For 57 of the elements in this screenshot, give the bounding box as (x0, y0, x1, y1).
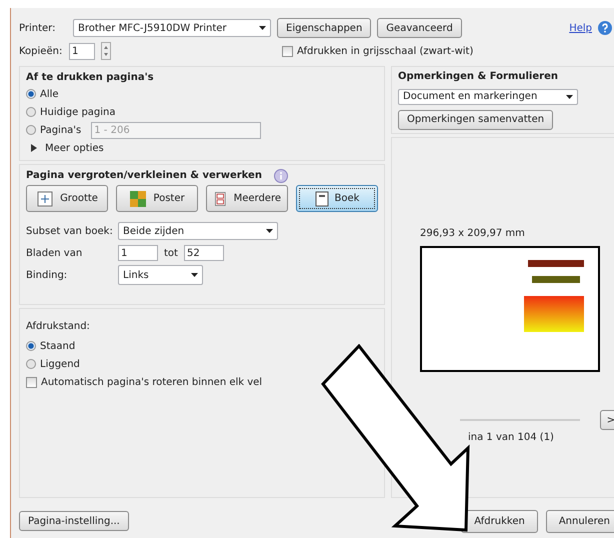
spinner-icon[interactable] (101, 42, 111, 60)
mode-button[interactable]: Poster (116, 185, 198, 212)
subset-dropdown[interactable]: Beide zijden (118, 222, 278, 240)
auto-rotate-label: Automatisch pagina's roteren binnen elk vel (41, 376, 262, 388)
tiles-icon (129, 190, 148, 208)
summarize-button[interactable]: Opmerkingen samenvatten (398, 110, 554, 130)
info-icon[interactable] (274, 168, 288, 182)
page-count-label: ina 1 van 104 (1) (467, 432, 555, 443)
radio-label: Staand (40, 340, 76, 352)
radio-button[interactable] (26, 359, 36, 369)
to-label: tot (164, 248, 178, 258)
copies-field[interactable]: 1 (69, 42, 95, 60)
page-setup-button[interactable]: Pagina-instelling... (19, 511, 129, 531)
section-title: Af te drukken pagina's (26, 71, 155, 85)
dropdown-caret-icon (191, 273, 198, 277)
subset-label: Subset van boek: (26, 226, 114, 236)
section-title: Opmerkingen & Formulieren (398, 70, 559, 84)
radio-button[interactable] (26, 89, 36, 99)
copies-label: Kopieën: (19, 46, 64, 56)
sheets-from-field[interactable]: 1 (118, 245, 158, 261)
printer-label: Printer: (19, 22, 56, 34)
binding-dropdown[interactable]: Links (118, 265, 203, 285)
dropdown-caret-icon (259, 26, 266, 30)
grayscale-label: Afdrukken in grijsschaal (zwart-wit) (297, 46, 474, 56)
sheets-to-field[interactable]: 52 (184, 245, 224, 261)
more-options-link[interactable]: Meer opties (45, 142, 104, 154)
section-title: Pagina vergroten/verkleinen & verwerken (26, 170, 262, 181)
pages-icon (213, 190, 228, 208)
radio-button[interactable] (26, 341, 36, 351)
binding-label: Binding: (26, 270, 68, 280)
radio-label: Liggend (40, 358, 80, 370)
book-icon (314, 190, 329, 206)
radio-label: Alle (40, 88, 59, 100)
paper-size-label: 296,93 x 209,97 mm (420, 228, 526, 241)
help-link[interactable]: Help (569, 22, 592, 34)
sheets-label: Bladen van (26, 248, 84, 258)
auto-rotate-checkbox[interactable] (26, 376, 37, 388)
mode-button[interactable]: Grootte (26, 185, 108, 212)
dialog-button[interactable]: Geavanceerd (377, 18, 462, 38)
cancel-button[interactable]: Annuleren (546, 510, 614, 532)
orientation-label: Afdrukstand: (26, 321, 91, 334)
print-button[interactable]: Afdrukken (461, 510, 538, 532)
help-icon[interactable] (598, 21, 612, 35)
comments-dropdown[interactable]: Document en markeringen (398, 88, 578, 105)
radio-label: Huidige pagina (40, 106, 116, 118)
radio-button[interactable] (26, 107, 36, 117)
grayscale-checkbox[interactable] (282, 46, 293, 56)
dropdown-caret-icon (566, 94, 573, 99)
dialog-button[interactable]: Eigenschappen (277, 18, 372, 38)
expand-triangle-icon[interactable] (31, 144, 37, 152)
printer-dropdown[interactable]: Brother MFC-J5910DW Printer (73, 19, 271, 37)
mode-button[interactable]: Boek (296, 185, 378, 212)
next-page-button[interactable]: > (600, 410, 614, 430)
dropdown-caret-icon (266, 229, 273, 233)
mode-button[interactable]: Meerdere (206, 185, 288, 212)
resize-icon (36, 190, 54, 208)
radio-label: Pagina's (40, 124, 82, 136)
